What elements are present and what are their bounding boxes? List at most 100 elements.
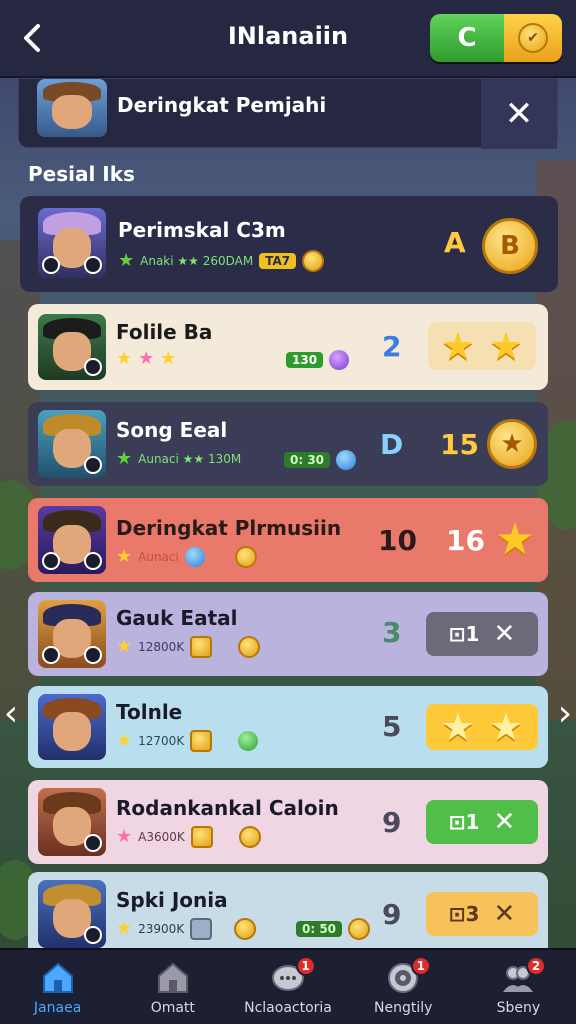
house-icon xyxy=(157,962,188,993)
score-label: 15 xyxy=(440,428,479,461)
coin-star-icon: ★ xyxy=(487,419,537,469)
coin-icon-container: ✔ xyxy=(504,14,562,62)
gift-count: ⊡1 xyxy=(448,810,480,834)
meta-tag: TA7 xyxy=(259,253,297,269)
player-avatar xyxy=(38,694,106,760)
player-meta: ★ A3600K xyxy=(116,826,261,848)
nav-item-home[interactable]: Janaea xyxy=(0,950,115,1024)
chest-icon xyxy=(190,730,213,752)
player-avatar xyxy=(38,506,106,574)
list-item[interactable]: Rodankankal Caloin ★ A3600K 9 ⊡1 ✕ xyxy=(28,780,548,864)
notification-badge: 1 xyxy=(410,956,431,976)
coin-icon xyxy=(348,918,371,940)
list-item[interactable]: Deringkat Plrmusiin ★ Aunaci 10 16 ★ xyxy=(28,498,548,582)
player-name: Deringkat Plrmusiin xyxy=(116,516,342,540)
level-badge-icon xyxy=(42,552,60,570)
rank-label: 9 xyxy=(382,898,402,931)
list-item[interactable]: Folile Ba ★ ★ ★ 130 2 ★ ★ xyxy=(28,304,548,390)
list-item[interactable]: Song Eeal ★ Aunaci ★★ 130M 0: 30 D 15 ★ xyxy=(28,402,548,486)
nav-label: Nclaoactoria xyxy=(244,1000,332,1016)
nav-item-house[interactable]: Omatt xyxy=(115,950,230,1024)
star-icon: ★ xyxy=(116,448,133,469)
player-avatar xyxy=(38,788,106,856)
resource-count: 0: 30 xyxy=(284,452,331,468)
star-icon: ★ xyxy=(138,348,155,369)
rank-label: 2 xyxy=(382,330,402,363)
nav-label: Nengtily xyxy=(374,1000,433,1016)
meta-text: A3600K xyxy=(138,830,185,844)
section-label: Pesial Iks xyxy=(28,162,135,186)
stars-reward-button[interactable]: ★ ★ xyxy=(426,704,538,750)
score-label: 16 xyxy=(446,524,485,557)
nav-item-chat[interactable]: 1 Nclaoactoria xyxy=(230,950,345,1024)
player-name: Rodankankal Caloin xyxy=(116,796,339,820)
player-avatar xyxy=(38,314,106,380)
star-icon: ★ xyxy=(489,324,524,368)
locked-reward-button[interactable]: ⊡1 ✕ xyxy=(426,612,538,656)
currency-button[interactable]: C ✔ xyxy=(430,14,562,62)
close-icon: ✕ xyxy=(504,94,534,134)
locked-reward-button[interactable]: ⊡3 ✕ xyxy=(426,892,538,936)
player-name: Gauk Eatal xyxy=(116,606,238,630)
top-bar: INlanaiin C ✔ xyxy=(0,0,576,78)
nav-item-friends[interactable]: 2 Sbeny xyxy=(461,950,576,1024)
rank-label: 10 xyxy=(378,524,417,557)
list-item[interactable]: Tolnle ★ 12700K 5 ★ ★ xyxy=(28,686,548,768)
lock-count: ⊡1 xyxy=(448,622,480,646)
claim-reward-button[interactable]: ⊡1 ✕ xyxy=(426,800,538,844)
player-meta: ★ Aunaci xyxy=(116,546,257,568)
bottom-nav: Janaea Omatt 1 Nclaoactoria 1 Nengtily 2… xyxy=(0,948,576,1024)
coin-icon xyxy=(302,250,325,272)
rank-label: 9 xyxy=(382,806,402,839)
nav-label: Janaea xyxy=(33,1000,82,1016)
level-badge-icon xyxy=(84,456,102,474)
star-icon: ★ xyxy=(116,636,133,657)
banner-close-button[interactable]: ✕ xyxy=(481,79,557,149)
gem-icon xyxy=(329,350,350,370)
gem-icon xyxy=(336,450,357,470)
star-reward-button[interactable]: ★ xyxy=(490,516,540,564)
meta-text: Aunaci ★★ 130M xyxy=(138,452,242,466)
scroll-left-button[interactable]: ‹ xyxy=(0,690,22,736)
list-item[interactable]: Perimskal C3m ★ Anaki ★★ 260DAM TA7 A B xyxy=(20,196,558,292)
level-badge-icon xyxy=(84,926,102,944)
close-icon: ✕ xyxy=(493,619,516,649)
player-meta: ★ 12700K xyxy=(116,730,259,752)
star-icon: ★ xyxy=(118,250,135,271)
player-avatar xyxy=(38,208,106,278)
coin-icon xyxy=(234,546,257,568)
currency-label: C xyxy=(430,14,504,62)
player-meta: ★ Anaki ★★ 260DAM TA7 xyxy=(118,250,325,272)
list-item[interactable]: Gauk Eatal ★ 12800K 3 ⊡1 ✕ xyxy=(28,592,548,676)
meta-text: Aunaci xyxy=(138,550,179,564)
chest-icon xyxy=(190,826,213,848)
level-badge-icon xyxy=(84,256,102,274)
notification-badge: 2 xyxy=(526,956,547,976)
star-icon: ★ xyxy=(116,918,133,939)
resource-count: 130 xyxy=(286,352,324,368)
star-icon: ★ xyxy=(440,705,475,749)
list-item[interactable]: Spki Jonia ★ 23900K 0: 50 9 ⊡3 ✕ xyxy=(28,872,548,948)
level-badge-icon xyxy=(84,358,102,376)
player-meta: ★ 12800K xyxy=(116,636,261,658)
nav-label: Omatt xyxy=(150,1000,195,1016)
coin-reward-button[interactable]: B xyxy=(480,216,540,276)
player-meta: ★ Aunaci ★★ 130M xyxy=(116,450,241,468)
player-name: Spki Jonia xyxy=(116,888,228,912)
coin-star-reward-button[interactable]: ★ xyxy=(484,418,540,470)
star-icon: ★ xyxy=(495,514,535,565)
meta-text: 12700K xyxy=(138,734,185,748)
coin-icon: ✔ xyxy=(518,23,548,53)
chest-icon xyxy=(190,636,213,658)
resource-meta: 0: 30 xyxy=(284,450,357,470)
rank-label: 5 xyxy=(382,710,402,743)
back-button[interactable] xyxy=(14,18,50,58)
scroll-right-button[interactable]: › xyxy=(554,690,576,736)
stars-reward-button[interactable]: ★ ★ xyxy=(428,322,536,370)
player-meta: ★ 23900K xyxy=(116,918,257,940)
nav-item-target[interactable]: 1 Nengtily xyxy=(346,950,461,1024)
close-icon: ✕ xyxy=(493,899,516,929)
player-name: Song Eeal xyxy=(116,418,228,442)
star-icon: ★ xyxy=(116,546,133,567)
star-icon: ★ xyxy=(489,705,524,749)
